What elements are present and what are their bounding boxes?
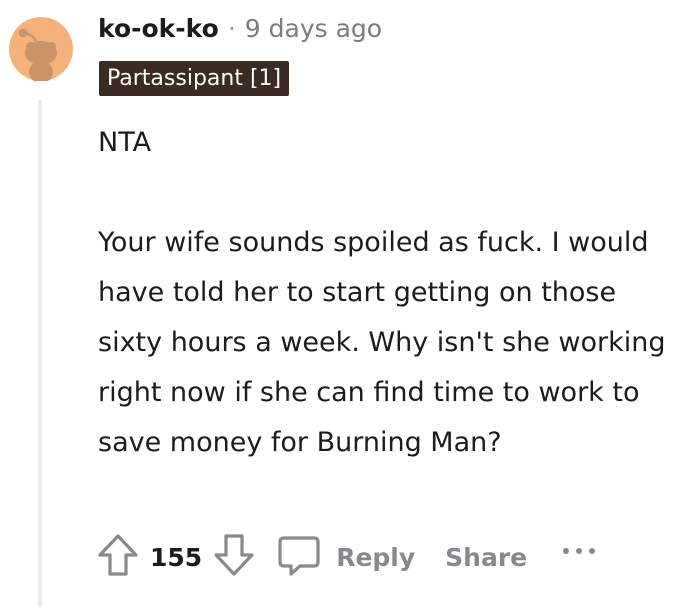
user-flair: Partassipant [1] — [99, 61, 290, 96]
timestamp[interactable]: 9 days ago — [245, 14, 382, 43]
arrow-up-icon[interactable] — [96, 532, 140, 582]
comment-paragraph: NTA — [98, 127, 152, 158]
reply-button[interactable]: Reply — [276, 532, 415, 582]
snoo-avatar-icon — [9, 17, 73, 83]
reply-label: Reply — [336, 542, 416, 572]
comment-paragraph: Your wife sounds spoiled as fuck. I woul… — [98, 227, 666, 458]
comment-body: NTA Your wife sounds spoiled as fuck. I … — [98, 118, 688, 468]
comment-header: ko-ok-ko · 9 days ago — [98, 10, 382, 46]
speech-bubble-icon — [276, 532, 322, 582]
meta-separator: · — [227, 13, 236, 43]
comment-action-bar: 155 Reply Share — [96, 534, 597, 580]
ellipsis-icon[interactable] — [561, 541, 597, 560]
share-button[interactable]: Share — [445, 543, 527, 572]
username[interactable]: ko-ok-ko — [98, 14, 219, 43]
avatar[interactable] — [9, 17, 73, 83]
vote-score: 155 — [150, 542, 203, 572]
thread-line[interactable] — [38, 100, 42, 607]
arrow-down-icon[interactable] — [212, 532, 256, 582]
